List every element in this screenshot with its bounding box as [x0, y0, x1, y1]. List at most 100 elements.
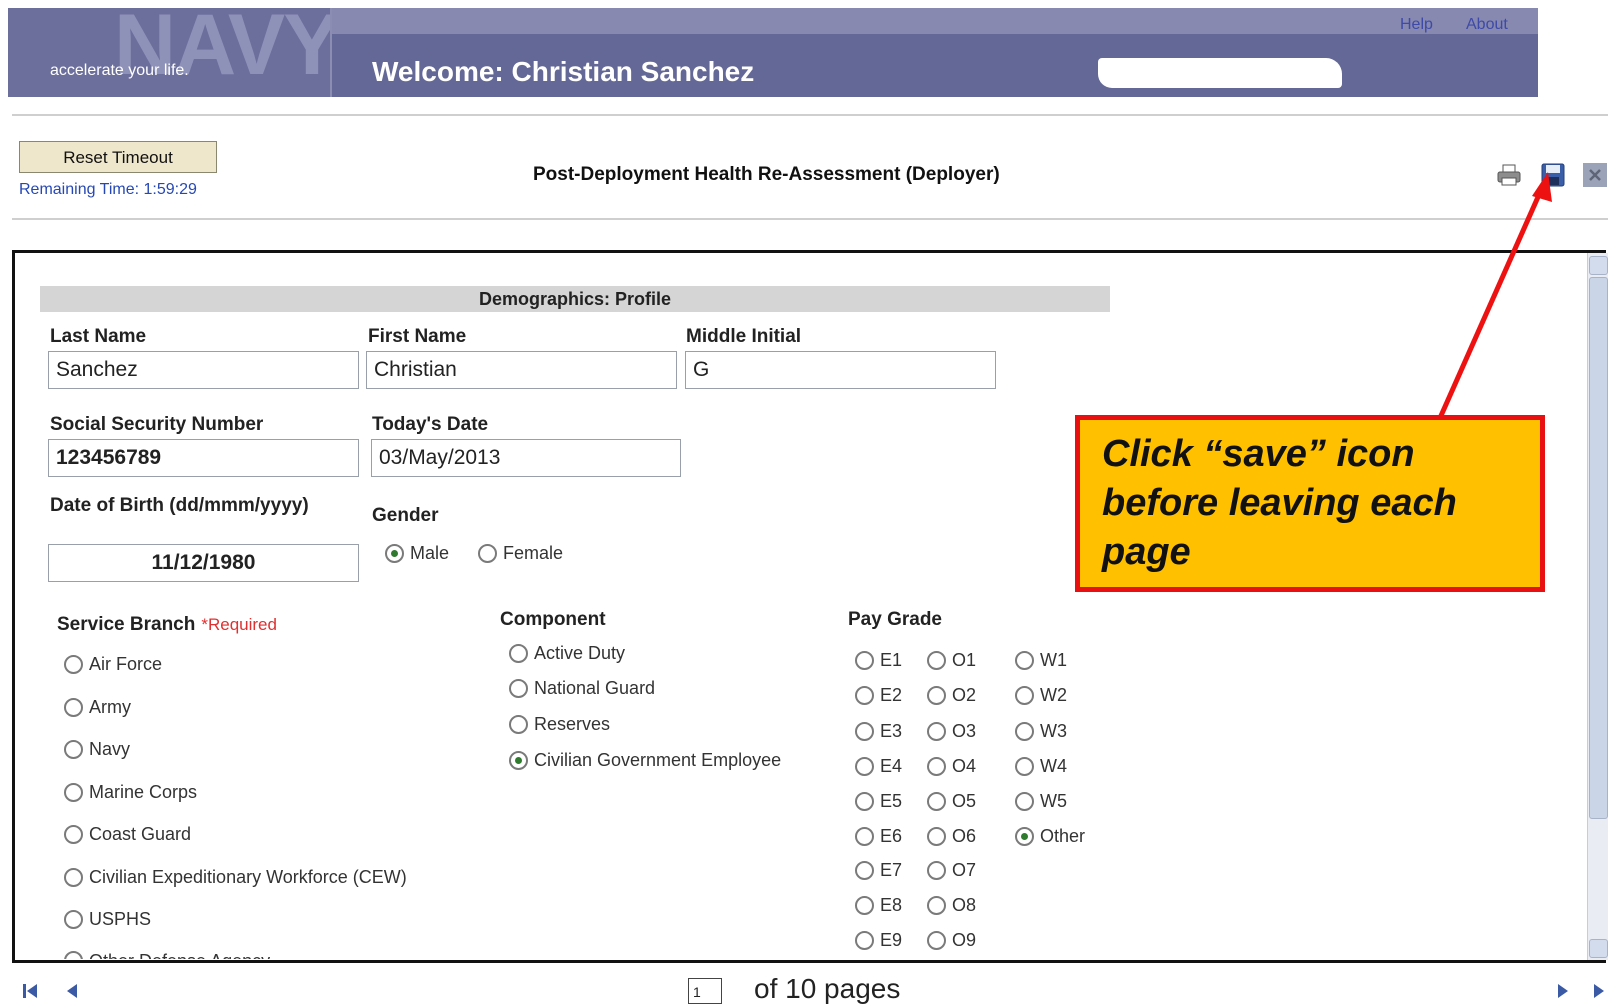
pay-grade-option[interactable]: O8	[927, 895, 976, 916]
branch-option[interactable]: Air Force	[64, 654, 162, 675]
pay-grade-option[interactable]: E7	[855, 860, 902, 881]
pay-grade-option[interactable]: O3	[927, 721, 976, 742]
radio-button[interactable]	[855, 792, 874, 811]
last-name-field[interactable]: Sanchez	[48, 351, 359, 389]
radio-button[interactable]	[509, 679, 528, 698]
radio-button[interactable]	[64, 783, 83, 802]
radio-button[interactable]	[927, 931, 946, 950]
first-name-field[interactable]: Christian	[366, 351, 677, 389]
first-page-icon[interactable]	[22, 982, 40, 1000]
radio-button[interactable]	[64, 910, 83, 929]
radio-button-checked[interactable]	[509, 751, 528, 770]
branch-option[interactable]: Army	[64, 697, 131, 718]
component-option[interactable]: Active Duty	[509, 643, 625, 664]
radio-button[interactable]	[855, 861, 874, 880]
dob-field[interactable]: 11/12/1980	[48, 544, 359, 582]
ssn-field[interactable]: 123456789	[48, 439, 359, 477]
branch-option[interactable]: Navy	[64, 739, 130, 760]
gender-female-option[interactable]: Female	[478, 543, 563, 564]
pay-grade-option[interactable]: O1	[927, 650, 976, 671]
option-label: Army	[89, 697, 131, 717]
branch-option[interactable]: Civilian Expeditionary Workforce (CEW)	[64, 867, 407, 888]
radio-button[interactable]	[855, 686, 874, 705]
pay-grade-option[interactable]: E5	[855, 791, 902, 812]
radio-button[interactable]	[1015, 651, 1034, 670]
radio-button[interactable]	[927, 861, 946, 880]
radio-button[interactable]	[855, 931, 874, 950]
branch-option[interactable]: USPHS	[64, 909, 151, 930]
scroll-thumb[interactable]	[1589, 277, 1608, 819]
help-link[interactable]: Help	[1400, 16, 1433, 34]
radio-button[interactable]	[927, 651, 946, 670]
radio-button[interactable]	[855, 827, 874, 846]
radio-button[interactable]	[1015, 722, 1034, 741]
radio-button[interactable]	[509, 715, 528, 734]
gender-male-option[interactable]: Male	[385, 543, 449, 564]
radio-button[interactable]	[927, 792, 946, 811]
radio-button[interactable]	[855, 896, 874, 915]
radio-button-checked[interactable]	[1015, 827, 1034, 846]
radio-button[interactable]	[855, 722, 874, 741]
radio-button[interactable]	[64, 698, 83, 717]
scroll-up-button[interactable]	[1589, 256, 1608, 275]
pay-grade-option[interactable]: E2	[855, 685, 902, 706]
ssn-label: Social Security Number	[50, 414, 264, 435]
middle-initial-field[interactable]: G	[685, 351, 996, 389]
radio-button[interactable]	[927, 896, 946, 915]
pay-grade-option[interactable]: O4	[927, 756, 976, 777]
component-option[interactable]: Reserves	[509, 714, 610, 735]
radio-button[interactable]	[64, 951, 83, 959]
radio-button[interactable]	[927, 827, 946, 846]
radio-button[interactable]	[927, 686, 946, 705]
pay-grade-option[interactable]: O2	[927, 685, 976, 706]
radio-button[interactable]	[64, 825, 83, 844]
pay-grade-option[interactable]: W2	[1015, 685, 1067, 706]
radio-button[interactable]	[64, 655, 83, 674]
component-option[interactable]: Civilian Government Employee	[509, 750, 781, 771]
pay-grade-option[interactable]: O9	[927, 930, 976, 951]
radio-button[interactable]	[855, 757, 874, 776]
pay-grade-option[interactable]: O5	[927, 791, 976, 812]
radio-button[interactable]	[64, 868, 83, 887]
pay-grade-option[interactable]: E8	[855, 895, 902, 916]
page-number-input[interactable]: 1	[688, 978, 722, 1004]
branch-option[interactable]: Other Defense Agency	[64, 951, 270, 959]
option-label: USPHS	[89, 909, 152, 929]
component-option[interactable]: National Guard	[509, 678, 655, 699]
radio-button[interactable]	[1015, 757, 1034, 776]
about-link[interactable]: About	[1466, 16, 1508, 34]
radio-button[interactable]	[855, 651, 874, 670]
annotation-arrow	[1437, 172, 1552, 420]
pay-grade-option[interactable]: W5	[1015, 791, 1067, 812]
radio-button[interactable]	[1015, 792, 1034, 811]
pay-grade-option[interactable]: E3	[855, 721, 902, 742]
pay-grade-option[interactable]: O6	[927, 826, 976, 847]
pay-grade-option[interactable]: W4	[1015, 756, 1067, 777]
radio-button[interactable]	[64, 740, 83, 759]
todays-date-field[interactable]: 03/May/2013	[371, 439, 681, 477]
pay-grade-option[interactable]: E1	[855, 650, 902, 671]
branch-option[interactable]: Marine Corps	[64, 782, 197, 803]
radio-button[interactable]	[478, 544, 497, 563]
radio-button[interactable]	[1015, 686, 1034, 705]
previous-page-icon[interactable]	[64, 982, 82, 1000]
radio-button[interactable]	[927, 757, 946, 776]
radio-button[interactable]	[927, 722, 946, 741]
last-page-icon[interactable]	[1592, 982, 1608, 1000]
scroll-down-button[interactable]	[1589, 939, 1608, 958]
pay-grade-option[interactable]: W1	[1015, 650, 1067, 671]
radio-button-checked[interactable]	[385, 544, 404, 563]
branch-option[interactable]: Coast Guard	[64, 824, 191, 845]
pay-grade-option[interactable]: W3	[1015, 721, 1067, 742]
radio-button[interactable]	[509, 644, 528, 663]
first-name-label: First Name	[368, 326, 467, 347]
pay-grade-option[interactable]: O7	[927, 860, 976, 881]
pay-grade-option[interactable]: Other	[1015, 826, 1085, 847]
pay-grade-option[interactable]: E9	[855, 930, 902, 951]
close-icon[interactable]	[1582, 162, 1608, 188]
next-page-icon[interactable]	[1554, 982, 1572, 1000]
option-label: Air Force	[89, 654, 163, 674]
pay-grade-option[interactable]: E4	[855, 756, 902, 777]
pay-grade-option[interactable]: E6	[855, 826, 902, 847]
reset-timeout-button[interactable]: Reset Timeout	[19, 141, 217, 173]
